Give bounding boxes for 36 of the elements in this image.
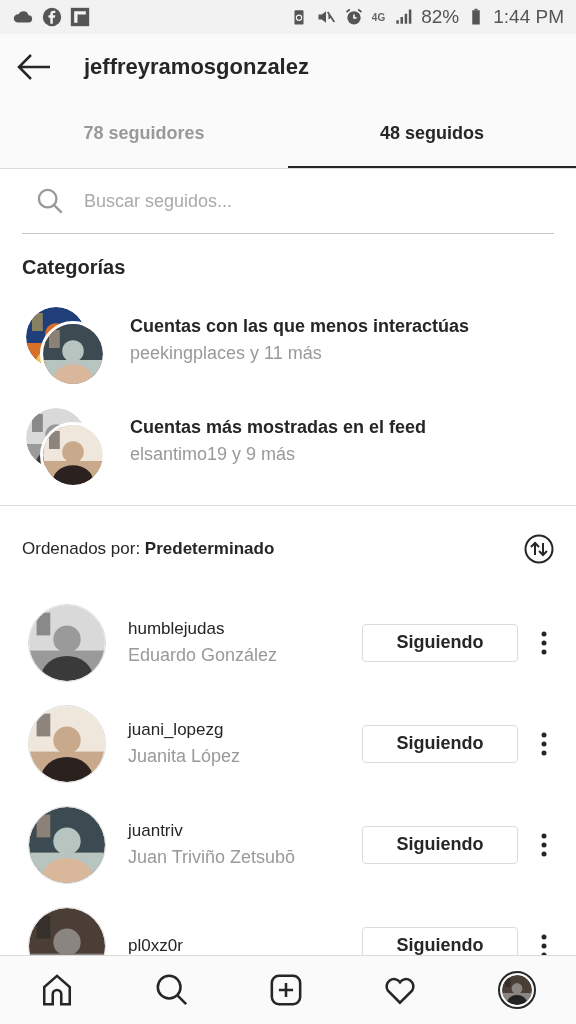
- battery-percent: 82%: [421, 6, 460, 28]
- search-icon[interactable]: [154, 973, 189, 1007]
- full-name: Juanita López: [128, 746, 242, 767]
- search-icon: [36, 187, 64, 215]
- alarm-icon: [343, 7, 364, 27]
- following-button[interactable]: Siguiendo: [362, 825, 518, 864]
- username[interactable]: pl0xz0r: [128, 935, 340, 955]
- tab[interactable]: 48 seguidos: [288, 100, 576, 168]
- category-subtitle: elsantimo19 y 9 más: [130, 443, 297, 465]
- facebook-icon: [42, 7, 62, 27]
- full-name: Juan Triviño Zetsubō: [128, 847, 297, 868]
- more-options-icon[interactable]: [540, 731, 548, 756]
- sort-label: Ordenados por: Predeterminado: [22, 539, 276, 559]
- sort-icon[interactable]: [524, 534, 554, 564]
- username[interactable]: humblejudas: [128, 619, 340, 639]
- more-options-icon[interactable]: [540, 630, 548, 655]
- add-icon[interactable]: [268, 973, 303, 1007]
- back-button[interactable]: [16, 52, 52, 82]
- category-title[interactable]: Cuentas más mostradas en el feed: [130, 416, 550, 438]
- network-label: 4G: [371, 11, 386, 23]
- square-logo-icon: [70, 7, 90, 27]
- following-button[interactable]: Siguiendo: [362, 926, 518, 955]
- username[interactable]: juantriv: [128, 821, 340, 841]
- following-button[interactable]: Siguiendo: [362, 623, 518, 662]
- more-options-icon[interactable]: [540, 832, 548, 857]
- username[interactable]: juani_lopezg: [128, 720, 340, 740]
- profile-username: jeffreyramosgonzalez: [84, 54, 309, 80]
- following-button[interactable]: Siguiendo: [362, 724, 518, 763]
- category-subtitle: peekingplaces y 11 más: [130, 342, 323, 364]
- full-name: Eduardo González: [128, 645, 279, 666]
- profile-avatar[interactable]: [497, 971, 536, 1009]
- category-title[interactable]: Cuentas con las que menos interactúas: [130, 315, 550, 337]
- section-heading: Categorías: [22, 256, 127, 279]
- clock: 1:44 PM: [493, 6, 564, 28]
- signal-icon: [393, 7, 414, 27]
- search-field[interactable]: Buscar seguidos...: [82, 189, 554, 213]
